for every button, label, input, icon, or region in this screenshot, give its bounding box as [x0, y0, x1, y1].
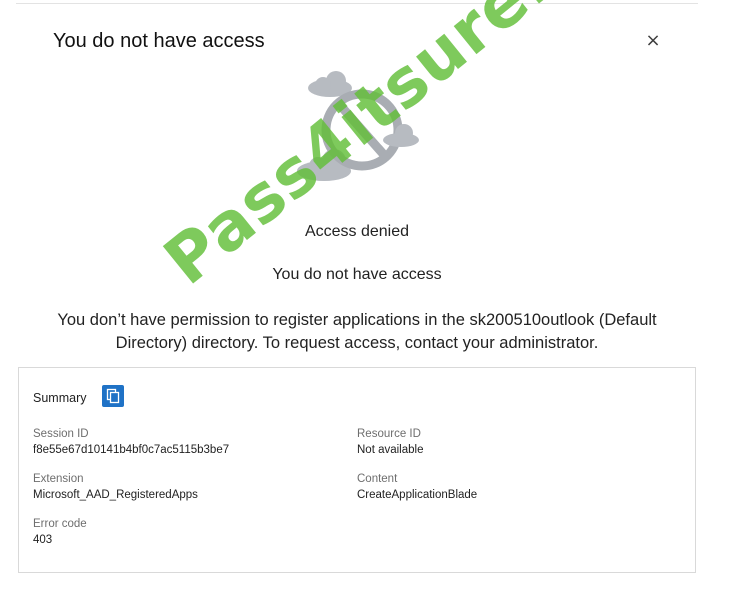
summary-title: Summary: [33, 391, 87, 405]
error-code-label: Error code: [33, 518, 87, 530]
extension-value: Microsoft_AAD_RegisteredApps: [33, 489, 198, 501]
content-value: CreateApplicationBlade: [357, 489, 478, 501]
permission-message: You don’t have permission to register ap…: [57, 311, 657, 352]
resource-id-field: Resource ID Not available: [357, 426, 423, 458]
extension-field: Extension Microsoft_AAD_RegisteredApps: [33, 471, 198, 503]
error-code-value: 403: [33, 534, 53, 546]
blocked-clouds-icon: [296, 68, 420, 186]
extension-label: Extension: [33, 473, 84, 485]
access-denied-heading: Access denied: [304, 223, 410, 240]
content-field: Content CreateApplicationBlade: [357, 471, 477, 503]
content-label: Content: [357, 473, 398, 485]
dialog-title: You do not have access: [53, 30, 265, 52]
session-id-label: Session ID: [33, 428, 89, 440]
close-button[interactable]: ×: [640, 28, 666, 54]
session-id-value: f8e55e67d10141b4bf0c7ac5115b3be7: [33, 444, 230, 456]
no-access-subheading: You do not have access: [272, 266, 442, 283]
copy-icon[interactable]: [102, 385, 124, 407]
dialog-top-border: [16, 3, 698, 4]
error-code-field: Error code 403: [33, 516, 87, 548]
resource-id-label: Resource ID: [357, 428, 421, 440]
blocked-clouds-illustration: [297, 71, 419, 181]
session-id-field: Session ID f8e55e67d10141b4bf0c7ac5115b3…: [33, 426, 229, 458]
summary-panel: Summary Session ID f8e55e67d10141b4bf0c7…: [18, 367, 696, 573]
resource-id-value: Not available: [357, 444, 424, 456]
